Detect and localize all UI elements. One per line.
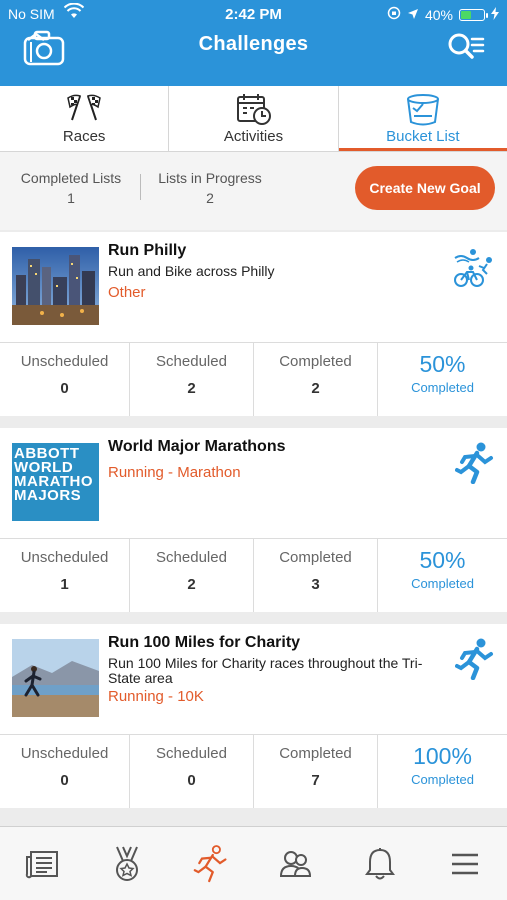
percent-label: Completed [411,576,474,591]
orientation-lock-icon [387,6,401,23]
unscheduled-stat: Unscheduled 1 [0,539,130,612]
completion-percent: 50% Completed [378,539,507,612]
summary-bar: Completed Lists 1 Lists in Progress 2 Cr… [0,152,507,230]
charging-icon [491,6,499,23]
stat-value: 2 [311,380,320,397]
stat-value: 2 [187,380,196,397]
runner-icon [455,638,495,685]
battery-icon [459,8,488,21]
stat-value: 7 [311,772,320,789]
goal-stats: Unscheduled 1 Scheduled 2 Completed 3 50… [0,538,507,612]
completion-percent: 50% Completed [378,343,507,416]
scheduled-stat: Scheduled 0 [130,735,254,808]
stat-value: 3 [311,576,320,593]
goal-name: World Major Marathons [108,438,286,455]
goal-thumbnail-runner [12,639,99,717]
friends-icon[interactable] [266,834,326,894]
goal-card[interactable]: ABBOTT WORLD MARATHO MAJORS World Major … [0,428,507,612]
completed-lists-label: Completed Lists [20,170,122,186]
stat-label: Scheduled [156,353,227,370]
menu-icon[interactable] [435,834,495,894]
goal-name: Run 100 Miles for Charity [108,634,301,651]
status-right: 40% [387,6,499,23]
tab-races[interactable]: Races [0,86,170,151]
completed-stat: Completed 3 [254,539,378,612]
battery-fill [461,10,471,19]
tab-label: Activities [223,128,284,145]
goal-thumbnail-logo: ABBOTT WORLD MARATHO MAJORS [12,443,99,521]
bell-icon[interactable] [350,834,410,894]
completion-percent: 100% Completed [378,735,507,808]
goal-stats: Unscheduled 0 Scheduled 0 Completed 7 10… [0,734,507,808]
runner-icon[interactable] [181,834,241,894]
unscheduled-stat: Unscheduled 0 [0,735,130,808]
stat-label: Scheduled [156,549,227,566]
goal-category: Running - 10K [108,688,204,705]
lists-in-progress-summary: Lists in Progress 2 [150,168,270,208]
goal-card[interactable]: Run Philly Run and Bike across Philly Ot… [0,232,507,416]
status-bar: No SIM 2:42 PM 40% [0,0,507,28]
stat-label: Completed [279,745,352,762]
goal-description: Run and Bike across Philly [108,263,275,279]
tab-activities[interactable]: Activities [169,86,339,151]
lists-in-progress-value: 2 [206,190,214,206]
stat-value: 0 [187,772,196,789]
checkered-flags-icon [64,92,104,126]
location-icon [407,7,419,23]
goal-name: Run Philly [108,242,187,259]
percent-value: 100% [413,743,472,769]
goal-thumbnail-city [12,247,99,325]
stat-label: Unscheduled [20,549,109,566]
medal-icon[interactable] [97,834,157,894]
calendar-clock-icon [233,92,273,130]
goal-description: Run 100 Miles for Charity races througho… [108,655,423,686]
stat-value: 1 [60,576,69,593]
completed-stat: Completed 2 [254,343,378,416]
tab-bucket-list[interactable]: Bucket List [338,86,507,151]
completed-stat: Completed 7 [254,735,378,808]
stat-label: Unscheduled [20,745,109,762]
unscheduled-stat: Unscheduled 0 [0,343,130,416]
logo-line: MAJORS [14,487,82,504]
battery-percent: 40% [424,6,453,23]
completed-lists-value: 1 [67,190,75,206]
summary-divider [140,174,141,200]
scheduled-stat: Scheduled 2 [130,343,254,416]
news-icon[interactable] [12,834,72,894]
percent-value: 50% [419,351,466,377]
stat-value: 0 [60,380,69,397]
goal-category: Other [108,284,146,301]
percent-label: Completed [411,772,474,787]
create-new-goal-button[interactable]: Create New Goal [355,166,495,210]
goal-card[interactable]: Run 100 Miles for Charity Run 100 Miles … [0,624,507,808]
search-filter-icon[interactable] [447,32,485,67]
percent-label: Completed [411,380,474,395]
stat-label: Scheduled [156,745,227,762]
bottom-nav [0,826,507,900]
swim-bike-run-icon [451,246,495,295]
stat-value: 2 [187,576,196,593]
app-header: No SIM 2:42 PM 40% Challenges [0,0,507,86]
stat-label: Completed [279,353,352,370]
percent-value: 50% [419,547,466,573]
stat-label: Completed [279,549,352,566]
challenge-tabs: Races Activities Bucket List [0,86,507,152]
bucket-icon [404,92,442,132]
stat-value: 0 [60,772,69,789]
completed-lists-summary: Completed Lists 1 [12,168,130,208]
tab-label: Races [62,128,106,145]
goal-category: Running - Marathon [108,464,241,481]
lists-in-progress-label: Lists in Progress [158,170,262,186]
scheduled-stat: Scheduled 2 [130,539,254,612]
goal-stats: Unscheduled 0 Scheduled 2 Completed 2 50… [0,342,507,416]
stat-label: Unscheduled [20,353,109,370]
runner-icon [455,442,495,489]
page-title: Challenges [198,33,309,55]
